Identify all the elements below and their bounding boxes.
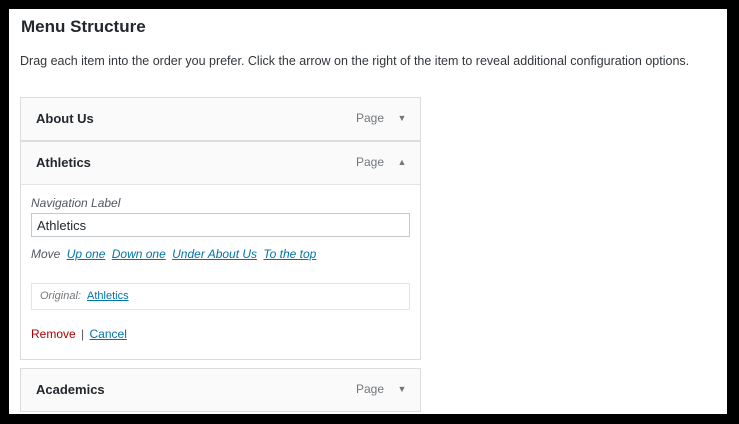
menu-item-type: Page [355,155,384,169]
move-under-about-us-link[interactable]: Under About Us [172,247,257,261]
menu-item-title: About Us [36,111,94,126]
menu-item-title: Academics [36,382,105,397]
cancel-link[interactable]: Cancel [90,327,127,341]
move-up-one-link[interactable]: Up one [67,247,106,261]
chevron-down-icon[interactable]: ▼ [394,381,410,397]
menu-item-settings: Navigation Label Move Up one Down one Un… [21,184,420,359]
item-actions: Remove | Cancel [31,327,127,341]
instructions-text: Drag each item into the order you prefer… [20,54,690,68]
original-box: Original: Athletics [31,283,410,310]
remove-link[interactable]: Remove [31,327,76,341]
move-to-top-link[interactable]: To the top [263,247,316,261]
menu-item-handle[interactable]: Athletics Page ▲ [21,142,420,184]
original-link[interactable]: Athletics [87,290,129,302]
chevron-down-icon[interactable]: ▼ [394,110,410,126]
action-separator: | [81,327,85,341]
menu-item-academics[interactable]: Academics Page ▼ [20,368,421,412]
menu-item-about-us[interactable]: About Us Page ▼ [20,97,421,141]
menu-item-handle[interactable]: About Us Page ▼ [21,98,420,140]
move-label: Move [31,247,61,261]
menu-item-type: Page [355,382,384,396]
menu-item-type: Page [355,111,384,125]
menu-item-handle[interactable]: Academics Page ▼ [21,369,420,411]
menu-item-title: Athletics [36,155,91,170]
original-label: Original: [40,290,81,302]
move-links-row: Move Up one Down one Under About Us To t… [31,247,316,261]
menu-structure-panel: Menu Structure Drag each item into the o… [9,9,727,414]
navigation-label-caption: Navigation Label [31,196,121,210]
navigation-label-input[interactable] [31,213,410,237]
move-down-one-link[interactable]: Down one [112,247,166,261]
menu-item-athletics[interactable]: Athletics Page ▲ Navigation Label Move U… [20,141,421,360]
page-title: Menu Structure [21,17,146,36]
chevron-up-icon[interactable]: ▲ [394,154,410,170]
